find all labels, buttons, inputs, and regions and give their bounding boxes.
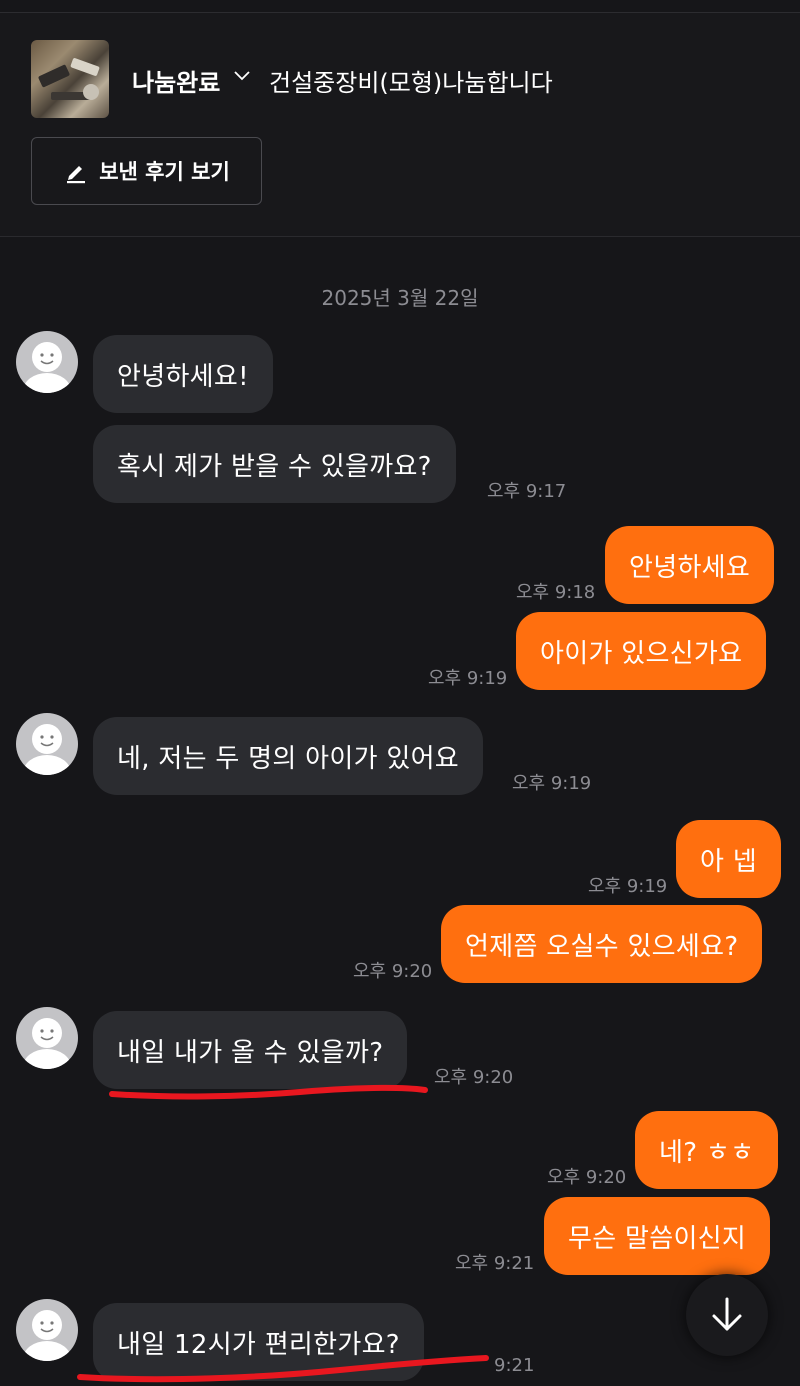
incoming-message[interactable]: 내일 12시가 편리한가요? [93, 1303, 424, 1381]
message-timestamp: 오후 9:20 [547, 1167, 627, 1188]
arrow-down-icon [712, 1297, 742, 1331]
message-timestamp: 오후 9:20 [353, 961, 433, 982]
pencil-icon [67, 166, 86, 184]
view-sent-review-button[interactable]: 보낸 후기 보기 [31, 137, 262, 205]
avatar[interactable] [16, 331, 78, 393]
product-title[interactable]: 건설중장비(모형)나눔합니다 [269, 63, 553, 98]
outgoing-message[interactable]: 아 넵 [676, 820, 782, 898]
message-timestamp: 오후 9:20 [434, 1067, 514, 1088]
message-timestamp: 9:21 [494, 1355, 535, 1376]
message-timestamp: 오후 9:19 [512, 773, 592, 794]
incoming-message[interactable]: 네, 저는 두 명의 아이가 있어요 [93, 717, 484, 795]
message-timestamp: 오후 9:21 [455, 1253, 535, 1274]
date-divider: 2025년 3월 22일 [321, 286, 479, 310]
scroll-to-bottom-button[interactable] [686, 1274, 768, 1356]
outgoing-message[interactable]: 네? ㅎㅎ [635, 1111, 779, 1189]
message-timestamp: 오후 9:19 [428, 668, 508, 689]
smiley-icon [23, 724, 71, 775]
chevron-down-icon[interactable] [233, 68, 251, 82]
avatar[interactable] [16, 713, 78, 775]
outgoing-message[interactable]: 언제쯤 오실수 있으세요? [441, 905, 763, 983]
smiley-icon [23, 342, 71, 393]
trade-status-dropdown[interactable]: 나눔완료 [132, 63, 220, 98]
smiley-icon [23, 1018, 71, 1069]
incoming-message[interactable]: 혹시 제가 받을 수 있을까요? [93, 425, 456, 503]
incoming-message[interactable]: 안녕하세요! [93, 335, 273, 413]
outgoing-message[interactable]: 안녕하세요 [605, 526, 775, 604]
red-underline-annotation [109, 1084, 428, 1100]
message-timestamp: 오후 9:17 [487, 481, 567, 502]
incoming-message[interactable]: 내일 내가 올 수 있을까? [93, 1011, 408, 1089]
avatar[interactable] [16, 1299, 78, 1361]
product-thumbnail[interactable] [31, 40, 109, 118]
message-timestamp: 오후 9:18 [516, 582, 596, 603]
avatar[interactable] [16, 1007, 78, 1069]
message-timestamp: 오후 9:19 [588, 876, 668, 897]
smiley-icon [23, 1310, 71, 1361]
outgoing-message[interactable]: 아이가 있으신가요 [516, 612, 767, 690]
outgoing-message[interactable]: 무슨 말씀이신지 [544, 1197, 771, 1275]
